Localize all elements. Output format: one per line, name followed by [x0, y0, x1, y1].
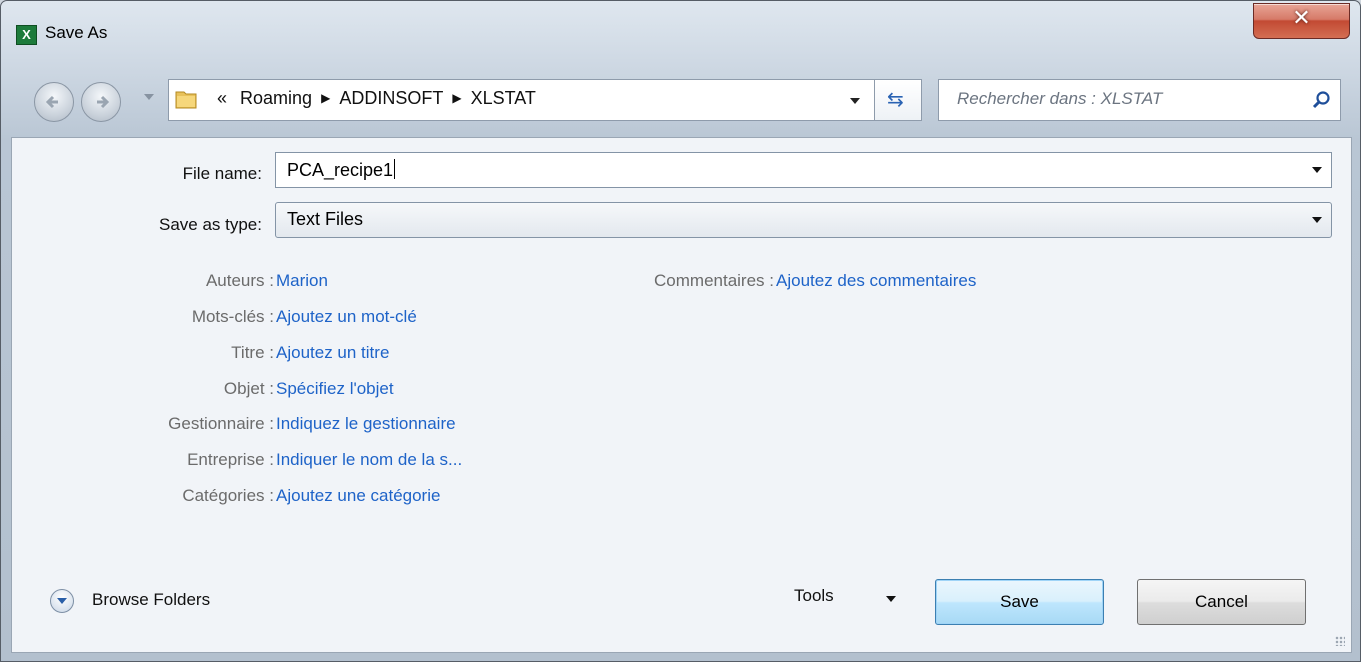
meta-key-title: Titre : [231, 343, 274, 362]
forward-arrow-icon [97, 95, 110, 109]
meta-key-authors: Auteurs : [205, 271, 274, 290]
save-as-type-label: Save as type: [158, 215, 262, 234]
tools-label: Tools [794, 586, 834, 605]
breadcrumb-item-roaming[interactable]: Roaming [240, 88, 312, 108]
back-arrow-icon [45, 95, 58, 109]
file-name-input[interactable]: PCA_recipe1 [287, 159, 396, 181]
search-box[interactable]: Rechercher dans : XLSTAT [938, 79, 1341, 121]
meta-value-subject[interactable]: Spécifiez l'objet [276, 379, 394, 399]
save-button[interactable]: Save [935, 579, 1104, 625]
browse-folders-label: Browse Folders [92, 590, 211, 609]
window-title: Save As [45, 23, 108, 42]
meta-key-categories: Catégories : [182, 486, 274, 505]
expand-circle-icon [50, 589, 74, 613]
tools-menu-button[interactable]: Tools [794, 586, 896, 606]
meta-value-manager[interactable]: Indiquez le gestionnaire [276, 414, 456, 434]
meta-value-authors[interactable]: Marion [276, 271, 328, 291]
breadcrumb-item-addinsoft[interactable]: ADDINSOFT [339, 88, 443, 108]
file-name-combobox[interactable]: PCA_recipe1 [275, 152, 1332, 188]
chevron-down-icon[interactable] [1312, 167, 1322, 173]
meta-key-subject: Objet : [223, 379, 274, 398]
chevron-down-icon[interactable] [1312, 217, 1322, 223]
folder-icon [175, 91, 197, 109]
address-dropdown[interactable] [850, 98, 860, 104]
meta-value-categories[interactable]: Ajoutez une catégorie [276, 486, 440, 506]
breadcrumb: « Roaming ▶ ADDINSOFT ▶ XLSTAT [217, 88, 536, 109]
address-bar[interactable]: « Roaming ▶ ADDINSOFT ▶ XLSTAT [168, 79, 875, 121]
meta-key-keywords: Mots-clés : [191, 307, 274, 326]
resize-grip[interactable] [1335, 636, 1345, 646]
chevron-down-icon [886, 596, 896, 602]
close-button[interactable]: ✕ [1253, 3, 1350, 39]
breadcrumb-separator-icon[interactable]: ▶ [452, 91, 461, 105]
recent-locations-dropdown[interactable] [144, 94, 154, 100]
breadcrumb-overflow[interactable]: « [217, 88, 227, 108]
refresh-icon: ⇆ [887, 87, 904, 111]
refresh-button[interactable]: ⇆ [875, 79, 922, 121]
search-icon[interactable] [1312, 90, 1332, 110]
close-icon: ✕ [1292, 6, 1311, 31]
meta-key-company: Entreprise : [187, 450, 274, 469]
meta-value-company[interactable]: Indiquer le nom de la s... [276, 450, 462, 470]
meta-key-comments: Commentaires : [654, 271, 774, 290]
file-name-value: PCA_recipe1 [287, 160, 394, 180]
meta-value-title[interactable]: Ajoutez un titre [276, 343, 389, 363]
forward-button[interactable] [81, 82, 121, 122]
file-name-label: File name: [182, 164, 262, 183]
back-button[interactable] [34, 82, 74, 122]
breadcrumb-item-xlstat[interactable]: XLSTAT [471, 88, 536, 108]
save-as-dialog: X Save As ✕ « Roaming ▶ ADDINSOFT ▶ XLSTAT ⇆… [0, 0, 1361, 662]
title-bar[interactable]: X Save As ✕ [1, 1, 1360, 71]
save-as-type-select[interactable]: Text Files [275, 202, 1332, 238]
chevron-down-icon [57, 598, 67, 604]
excel-icon: X [16, 25, 37, 45]
breadcrumb-separator-icon[interactable]: ▶ [321, 91, 330, 105]
meta-key-manager: Gestionnaire : [168, 414, 274, 433]
meta-value-keywords[interactable]: Ajoutez un mot-clé [276, 307, 417, 327]
text-cursor [394, 159, 396, 179]
details-panel: File name: PCA_recipe1 Save as type: Tex… [11, 137, 1352, 653]
meta-value-comments[interactable]: Ajoutez des commentaires [776, 271, 976, 291]
search-placeholder: Rechercher dans : XLSTAT [957, 89, 1163, 108]
cancel-button[interactable]: Cancel [1137, 579, 1306, 625]
save-as-type-value: Text Files [287, 209, 364, 229]
